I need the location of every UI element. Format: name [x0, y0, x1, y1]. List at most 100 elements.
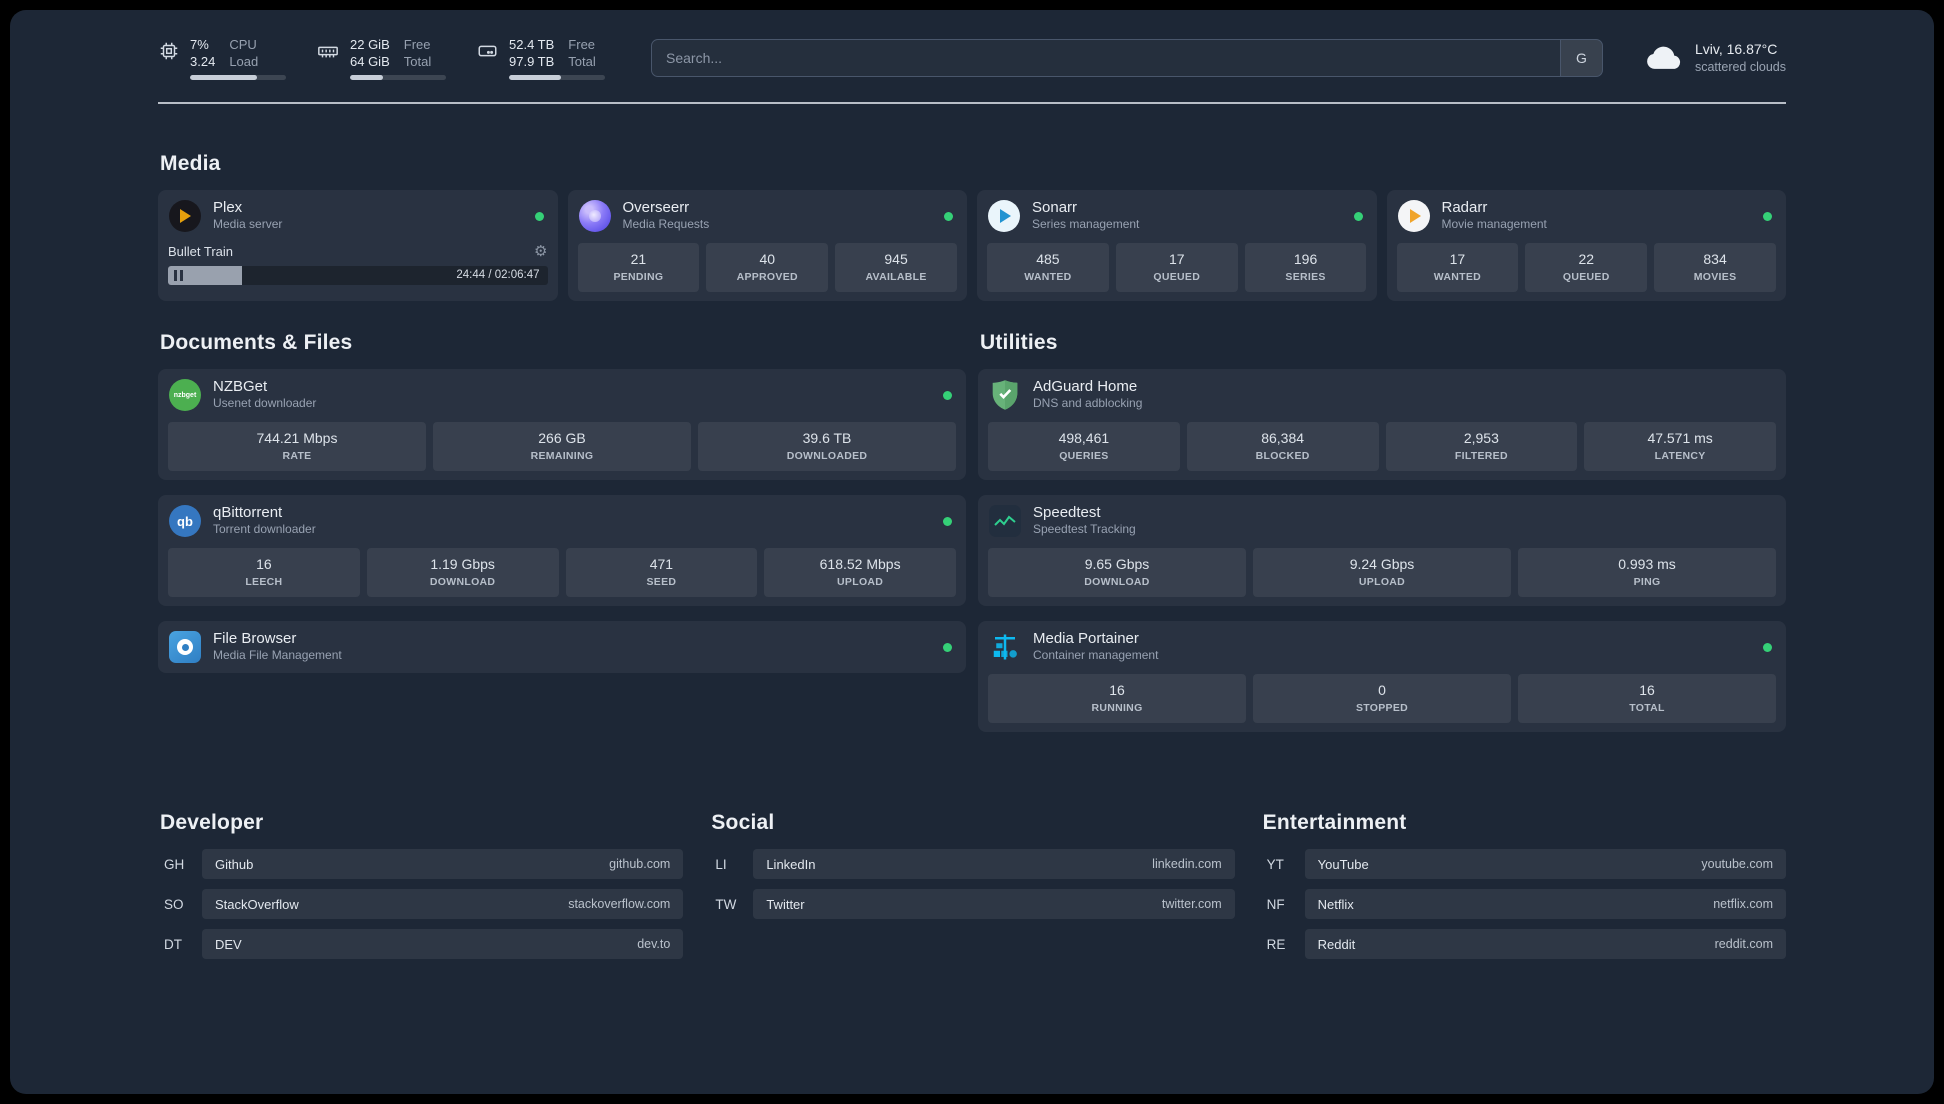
bookmark-name: Github — [215, 856, 254, 872]
bookmark-abbr: RE — [1266, 936, 1286, 952]
service-name: Plex — [213, 199, 243, 216]
status-dot — [534, 211, 544, 221]
bookmark-url: stackoverflow.com — [568, 897, 671, 911]
bookmark-url: youtube.com — [1701, 857, 1773, 871]
service-subtitle: Media Requests — [622, 217, 710, 231]
stat-block: 471 SEED — [565, 548, 758, 597]
bookmark-dev[interactable]: DT DEV dev.to — [158, 929, 684, 959]
bookmark-name: YouTube — [1317, 856, 1369, 872]
bookmark-name: LinkedIn — [766, 856, 816, 872]
bookmark-abbr: TW — [715, 896, 737, 912]
settings-gear-icon[interactable]: ⚙ — [534, 242, 547, 260]
stat-block: 21 PENDING — [577, 243, 700, 292]
service-subtitle: Movie management — [1441, 217, 1547, 231]
service-card-speedtest[interactable]: Speedtest Speedtest Tracking 9.65 Gbps D… — [978, 495, 1786, 606]
search-input[interactable] — [652, 40, 1560, 76]
stat-block: 498,461 QUERIES — [988, 422, 1180, 471]
filebrowser-icon — [168, 630, 202, 664]
bookmark-abbr: NF — [1266, 896, 1285, 912]
weather-location: Lviv, 16.87°C — [1694, 41, 1778, 57]
service-card-sonarr[interactable]: Sonarr Series management 485 WANTED 17 Q… — [977, 190, 1377, 301]
service-subtitle: Torrent downloader — [213, 522, 316, 536]
stat-block: 945 AVAILABLE — [835, 243, 957, 292]
bookmark-github[interactable]: GH Github github.com — [158, 849, 684, 879]
memory-free-value: 22 GiB — [350, 37, 390, 52]
stat-block: 0.993 ms PING — [1518, 548, 1776, 597]
bookmark-abbr: GH — [164, 856, 185, 872]
bookmark-twitter[interactable]: TW Twitter twitter.com — [709, 889, 1235, 919]
service-card-radarr[interactable]: Radarr Movie management 17 WANTED 22 QUE… — [1386, 190, 1786, 301]
stat-block: 485 WANTED — [987, 243, 1109, 292]
stat-block: 744.21 Mbps RATE — [168, 422, 426, 471]
service-card-portainer[interactable]: Media Portainer Container management 16 … — [978, 621, 1786, 732]
section-title-documents: Documents & Files — [160, 331, 353, 354]
stat-block: 618.52 Mbps UPLOAD — [764, 548, 956, 597]
status-dot — [944, 211, 953, 221]
topbar-divider — [158, 102, 1786, 104]
cpu-icon — [158, 40, 180, 62]
disk-icon — [476, 40, 499, 62]
service-card-adguard[interactable]: AdGuard Home DNS and adblocking 498,461 … — [978, 369, 1786, 480]
bookmark-url: github.com — [609, 857, 671, 871]
bookmark-reddit[interactable]: RE Reddit reddit.com — [1261, 929, 1786, 959]
service-subtitle: Usenet downloader — [213, 396, 317, 410]
stat-block: 16 RUNNING — [988, 674, 1246, 723]
bookmark-linkedin[interactable]: LI LinkedIn linkedin.com — [709, 849, 1235, 879]
bookmark-abbr: DT — [164, 936, 182, 952]
bookmark-name: StackOverflow — [215, 896, 299, 912]
bookmark-youtube[interactable]: YT YouTube youtube.com — [1261, 849, 1786, 879]
bookmark-url: dev.to — [637, 937, 671, 951]
stat-block: 17 QUEUED — [1115, 243, 1238, 292]
service-card-overseerr[interactable]: Overseerr Media Requests 21 PENDING 40 A… — [567, 190, 967, 301]
service-name: Overseerr — [622, 199, 690, 216]
stat-block: 0 STOPPED — [1253, 674, 1511, 723]
bookmark-stackoverflow[interactable]: SO StackOverflow stackoverflow.com — [158, 889, 684, 919]
service-subtitle: Media server — [213, 217, 283, 231]
memory-icon — [316, 40, 340, 62]
speedtest-icon — [988, 504, 1022, 538]
cpu-usage-value: 7% — [190, 37, 209, 52]
service-card-qbittorrent[interactable]: qb qBittorrent Torrent downloader 16 LEE… — [158, 495, 966, 606]
service-card-plex[interactable]: Plex Media server Bullet Train ⚙ 24:44 /… — [158, 190, 558, 301]
stat-block: 39.6 TB DOWNLOADED — [698, 422, 956, 471]
memory-widget: 22 GiB 64 GiB Free Total — [316, 36, 446, 80]
memory-progress-bar — [350, 75, 446, 80]
topbar: 7% 3.24 CPU Load 22 GiB 64 GiB Free Tota… — [158, 36, 1786, 80]
bookmark-netflix[interactable]: NF Netflix netflix.com — [1261, 889, 1786, 919]
radarr-icon — [1397, 199, 1431, 233]
search-engine-button[interactable]: G — [1559, 40, 1602, 76]
disk-total-value: 97.9 TB — [509, 54, 555, 69]
status-dot — [1353, 211, 1363, 221]
playback-progress-bar[interactable]: 24:44 / 02:06:47 — [168, 266, 548, 285]
stat-block: 22 QUEUED — [1525, 243, 1648, 292]
disk-progress-bar — [509, 75, 605, 80]
bookmark-name: DEV — [215, 936, 242, 952]
cpu-load-value: 3.24 — [190, 54, 216, 69]
weather-condition: scattered clouds — [1694, 60, 1786, 74]
stat-block: 9.65 Gbps DOWNLOAD — [988, 548, 1246, 597]
service-subtitle: DNS and adblocking — [1033, 396, 1143, 410]
status-dot — [1763, 211, 1772, 221]
stat-block: 16 TOTAL — [1518, 674, 1776, 723]
service-card-nzbget[interactable]: nzbget NZBGet Usenet downloader 744.21 M… — [158, 369, 966, 480]
disk-total-label: Total — [568, 54, 596, 69]
memory-total-label: Total — [403, 54, 432, 69]
disk-free-label: Free — [568, 37, 596, 52]
bookmark-url: twitter.com — [1161, 897, 1222, 911]
disk-widget: 52.4 TB 97.9 TB Free Total — [476, 36, 605, 80]
bookmark-abbr: LI — [715, 856, 727, 872]
service-name: AdGuard Home — [1033, 378, 1138, 395]
pause-button[interactable] — [174, 270, 183, 281]
weather-widget: Lviv, 16.87°C scattered clouds — [1643, 40, 1786, 76]
status-dot — [1763, 642, 1772, 652]
stat-block: 834 MOVIES — [1654, 243, 1776, 292]
section-title-utilities: Utilities — [980, 331, 1058, 354]
service-subtitle: Speedtest Tracking — [1033, 522, 1136, 536]
cpu-widget: 7% 3.24 CPU Load — [158, 36, 286, 80]
now-playing-title: Bullet Train — [168, 243, 234, 259]
service-card-filebrowser[interactable]: File Browser Media File Management — [158, 621, 966, 673]
stat-block: 196 SERIES — [1244, 243, 1367, 292]
dashboard: 7% 3.24 CPU Load 22 GiB 64 GiB Free Tota… — [10, 10, 1934, 1094]
stat-block: 17 WANTED — [1396, 243, 1519, 292]
bookmark-url: reddit.com — [1714, 937, 1773, 951]
